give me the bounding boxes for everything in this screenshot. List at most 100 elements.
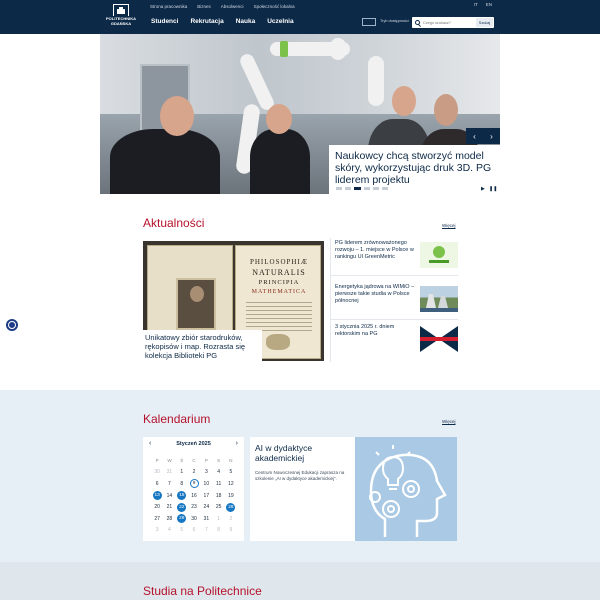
event-description: Centrum Nowoczesnej Edukacji zaprasza na… — [255, 470, 345, 481]
calendar-day[interactable]: 9 — [225, 525, 237, 537]
hero-dot[interactable] — [336, 187, 342, 190]
news-item-thumbnail — [420, 242, 458, 268]
calendar-day[interactable]: 2 — [188, 467, 200, 479]
calendar-day[interactable]: 10 — [200, 478, 212, 490]
hero-dot[interactable] — [354, 187, 361, 190]
accessibility-widget-button[interactable] — [5, 318, 19, 332]
calendar-day[interactable]: 12 — [225, 478, 237, 490]
calendar-day[interactable]: 3 — [200, 467, 212, 479]
university-logo[interactable]: POLITECHNIKA GDAŃSKA — [106, 4, 136, 30]
calendar-widget: ‹ Styczeń 2025 › P W Ś C P S N 30 31 1 2 3 4 5 6 7 8 9 10 1… — [143, 437, 244, 541]
accessibility-icon — [8, 321, 16, 329]
calendar-day[interactable]: 27 — [151, 513, 163, 525]
calendar-day-today[interactable]: 9 — [188, 478, 200, 490]
nav-students[interactable]: Studenci — [151, 18, 178, 25]
calendar-day[interactable]: 3 — [151, 525, 163, 537]
calendar-day[interactable]: 8 — [176, 478, 188, 490]
calendar-weekday: W — [167, 458, 172, 464]
calendar-day-event[interactable]: 26 — [225, 501, 237, 513]
hero-pagination — [336, 187, 388, 190]
book-title-line: NATURALIS — [252, 268, 306, 277]
main-news-title: Unikatowy zbiór starodruków, rękopisów i… — [145, 333, 246, 360]
person-2 — [250, 129, 310, 194]
calendar-section-title: Kalendarium — [143, 412, 211, 426]
calendar-day[interactable]: 18 — [212, 490, 224, 502]
robot-arm-joint — [280, 41, 288, 57]
calendar-day-event[interactable]: 15 — [176, 490, 188, 502]
utility-link-community[interactable]: Społeczność lokalna — [254, 4, 295, 9]
calendar-day[interactable]: 21 — [163, 501, 175, 513]
calendar-day[interactable]: 6 — [151, 478, 163, 490]
calendar-day[interactable]: 4 — [212, 467, 224, 479]
book-title-line: MATHEMATICA — [251, 289, 307, 295]
calendar-day[interactable]: 25 — [212, 501, 224, 513]
hero-prev-button[interactable]: ‹ — [466, 128, 483, 144]
calendar-day-number: 22 — [177, 502, 187, 512]
calendar-day[interactable]: 30 — [188, 513, 200, 525]
calendar-day[interactable]: 20 — [151, 501, 163, 513]
news-item[interactable]: Energetyka jądrowa na WIMiO – pierwsze t… — [330, 282, 458, 320]
calendar-next-button[interactable]: › — [236, 440, 238, 447]
calendar-day[interactable]: 19 — [225, 490, 237, 502]
accessibility-label[interactable]: Tryb dostępności — [380, 19, 409, 23]
utility-link-alumni[interactable]: Absolwenci — [221, 4, 244, 9]
calendar-day[interactable]: 24 — [200, 501, 212, 513]
hero-dot[interactable] — [373, 187, 379, 190]
calendar-day[interactable]: 8 — [212, 525, 224, 537]
main-nav: Studenci Rekrutacja Nauka Uczelnia — [151, 18, 294, 25]
play-icon[interactable]: ▶ — [481, 186, 485, 192]
book-title-line: PHILOSOPHIÆ — [249, 258, 309, 266]
nav-science[interactable]: Nauka — [236, 18, 256, 25]
search-form: Szukaj — [412, 17, 494, 28]
calendar-more-link[interactable]: Więcej — [442, 419, 456, 424]
calendar-day[interactable]: 2 — [225, 513, 237, 525]
calendar-month: Styczeń 2025 — [176, 441, 211, 447]
news-more-link[interactable]: Więcej — [442, 223, 456, 228]
calendar-day[interactable]: 5 — [176, 525, 188, 537]
news-item[interactable]: 3 stycznia 2025 r. dniem rektorskim na P… — [330, 322, 458, 360]
utility-link-business[interactable]: Biznes — [197, 4, 211, 9]
news-item-title: PG liderem zrównoważonego rozwoju – 1. m… — [335, 240, 414, 260]
calendar-day-event[interactable]: 13 — [151, 490, 163, 502]
event-card[interactable]: AI w dydaktyce akademickiej Centrum Nowo… — [250, 437, 355, 541]
nav-recruitment[interactable]: Rekrutacja — [190, 18, 223, 25]
calendar-day[interactable]: 4 — [163, 525, 175, 537]
hero-dot[interactable] — [364, 187, 370, 190]
language-switch-en[interactable]: EN — [486, 2, 492, 7]
search-input[interactable] — [423, 20, 463, 25]
pause-icon[interactable]: ❚❚ — [489, 186, 497, 192]
it-link[interactable]: IT — [474, 2, 478, 7]
calendar-day[interactable]: 23 — [188, 501, 200, 513]
search-button[interactable]: Szukaj — [476, 18, 493, 27]
calendar-day[interactable]: 7 — [200, 525, 212, 537]
calendar-day[interactable]: 31 — [200, 513, 212, 525]
calendar-day[interactable]: 30 — [151, 467, 163, 479]
calendar-grid: P W Ś C P S N 30 31 1 2 3 4 5 6 7 8 9 10 11 12 13 14 15 16 17 18 19… — [151, 455, 237, 536]
calendar-day[interactable]: 5 — [225, 467, 237, 479]
calendar-day[interactable]: 1 — [212, 513, 224, 525]
news-item-title: Energetyka jądrowa na WIMiO – pierwsze t… — [335, 284, 415, 304]
hero-dot[interactable] — [382, 187, 388, 190]
calendar-day[interactable]: 31 — [163, 467, 175, 479]
calendar-day[interactable]: 17 — [200, 490, 212, 502]
hero-next-button[interactable]: › — [483, 128, 500, 144]
main-news-caption[interactable]: Unikatowy zbiór starodruków, rękopisów i… — [143, 330, 262, 362]
study-section — [0, 562, 600, 600]
person-1-head — [160, 96, 194, 136]
nav-university[interactable]: Uczelnia — [267, 18, 293, 25]
calendar-day[interactable]: 7 — [163, 478, 175, 490]
person-3-head — [392, 86, 416, 116]
calendar-day-event[interactable]: 29 — [176, 513, 188, 525]
accessibility-toggle[interactable] — [362, 18, 376, 26]
hero-dot[interactable] — [345, 187, 351, 190]
book-emblem — [266, 334, 290, 350]
calendar-day[interactable]: 6 — [188, 525, 200, 537]
news-item[interactable]: PG liderem zrównoważonego rozwoju – 1. m… — [330, 238, 458, 276]
utility-link-employee[interactable]: Strona pracownika — [150, 4, 187, 9]
calendar-day[interactable]: 28 — [163, 513, 175, 525]
calendar-day[interactable]: 16 — [188, 490, 200, 502]
calendar-day[interactable]: 14 — [163, 490, 175, 502]
calendar-day[interactable]: 11 — [212, 478, 224, 490]
calendar-day-event[interactable]: 22 — [176, 501, 188, 513]
calendar-day[interactable]: 1 — [176, 467, 188, 479]
